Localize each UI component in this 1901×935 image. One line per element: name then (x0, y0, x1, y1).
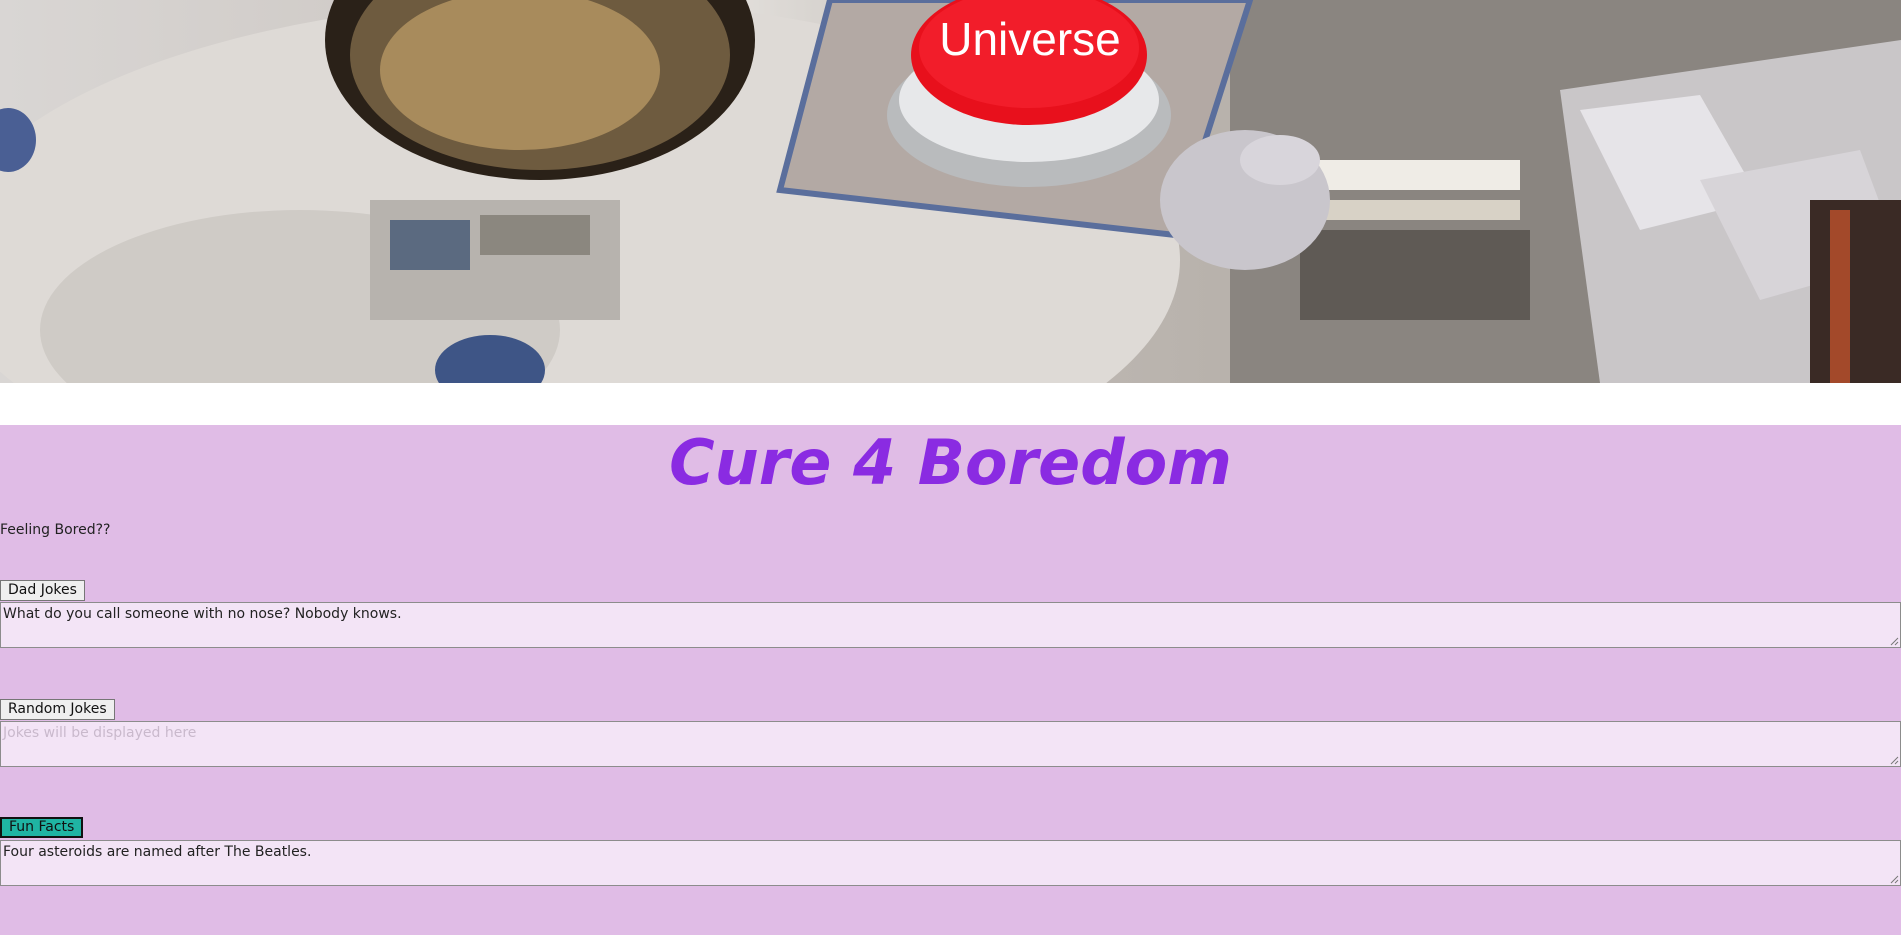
random-jokes-output[interactable]: Jokes will be displayed here (0, 721, 1901, 767)
spacer (0, 383, 1901, 425)
resize-grip-icon[interactable] (1889, 755, 1899, 765)
dad-jokes-output-text: What do you call someone with no nose? N… (3, 606, 402, 622)
dad-jokes-output[interactable]: What do you call someone with no nose? N… (0, 602, 1901, 648)
resize-grip-icon[interactable] (1889, 636, 1899, 646)
hero-image: Universe (0, 0, 1901, 383)
fun-facts-button[interactable]: Fun Facts (0, 817, 84, 838)
hero-button-text: Universe (939, 13, 1121, 65)
fun-facts-output[interactable]: Four asteroids are named after The Beatl… (0, 840, 1901, 886)
random-jokes-placeholder: Jokes will be displayed here (3, 725, 197, 741)
page-subtitle: Feeling Bored?? (0, 522, 111, 538)
fun-facts-output-text: Four asteroids are named after The Beatl… (3, 844, 312, 860)
resize-grip-icon[interactable] (1889, 874, 1899, 884)
dad-jokes-button[interactable]: Dad Jokes (0, 580, 85, 601)
random-jokes-button[interactable]: Random Jokes (0, 699, 115, 720)
page-title: Cure 4 Boredom (669, 426, 1232, 499)
